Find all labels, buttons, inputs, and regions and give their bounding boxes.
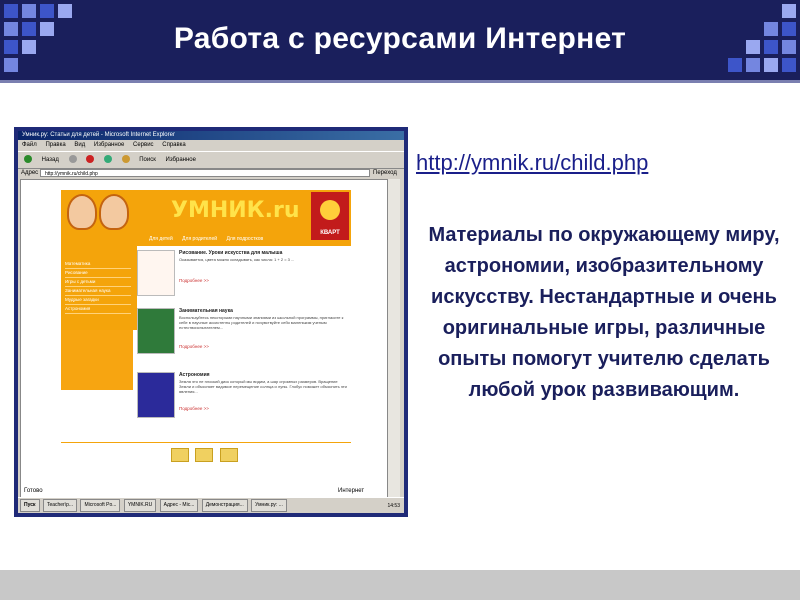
- favorites-button[interactable]: Избранное: [166, 157, 196, 163]
- taskbar-item[interactable]: Microsoft Po...: [80, 499, 121, 513]
- slide-footer: [0, 570, 800, 600]
- kid-icon: [99, 194, 129, 230]
- site-logo[interactable]: УМНИК.ru: [171, 198, 300, 223]
- nav-parents[interactable]: Для родителей: [182, 236, 217, 242]
- nav-teens[interactable]: Для подростков: [226, 236, 263, 242]
- slide-header: Работа с ресурсами Интернет: [0, 0, 800, 80]
- site-menu-item[interactable]: Математика: [65, 260, 131, 269]
- nav-kids[interactable]: Для детей: [149, 236, 173, 242]
- site-description: Материалы по окружающему миру, астрономи…: [428, 224, 780, 401]
- taskbar-item[interactable]: YMNIK.RU: [123, 499, 157, 513]
- site-url-link[interactable]: http://ymnik.ru/child.php: [416, 150, 648, 176]
- site-menu-item[interactable]: Занимательная наука: [65, 287, 131, 296]
- menu-favorites[interactable]: Избранное: [94, 142, 124, 148]
- back-icon[interactable]: [24, 155, 32, 164]
- item-desc: Оказывается, цвета можно складывать, как…: [179, 257, 295, 262]
- astronomy-thumbnail[interactable]: [137, 372, 175, 418]
- browser-toolbar: Назад Поиск Избранное: [18, 151, 404, 169]
- kid-icon: [67, 194, 97, 230]
- menu-help[interactable]: Справка: [162, 142, 186, 148]
- site-menu-item[interactable]: Рисование: [65, 269, 131, 278]
- window-title: Умник.ру: Статьи для детей - Microsoft I…: [18, 131, 404, 140]
- taskbar-item[interactable]: Демонстрация...: [201, 499, 248, 513]
- zone-text: Интернет: [338, 488, 365, 494]
- menu-tools[interactable]: Сервис: [133, 142, 154, 148]
- status-text: Готово: [24, 488, 43, 494]
- item-more-link[interactable]: Подробнее >>: [179, 406, 209, 411]
- menu-bar: Файл Правка Вид Избранное Сервис Справка: [18, 141, 404, 150]
- item-title[interactable]: Астрономия: [179, 372, 210, 378]
- go-button[interactable]: Переход: [373, 168, 397, 178]
- item-desc: Земля это не плоский диск который мы вид…: [179, 379, 347, 394]
- item-title[interactable]: Рисование. Уроки искусства для малыша: [179, 250, 282, 256]
- taskbar-item[interactable]: Умник.ру: ...: [251, 499, 287, 513]
- kvart-badge[interactable]: КВАРТ: [311, 192, 349, 240]
- banner-button[interactable]: [219, 448, 238, 462]
- status-bar: Готово Интернет: [18, 486, 404, 496]
- menu-view[interactable]: Вид: [74, 142, 85, 148]
- header-divider: [0, 80, 800, 83]
- browser-screenshot: Умник.ру: Статьи для детей - Microsoft I…: [14, 127, 408, 517]
- address-field[interactable]: http://ymnik.ru/child.php: [40, 169, 370, 177]
- site-menu-item[interactable]: Мудрые загадки: [65, 296, 131, 305]
- address-bar: Адрес http://ymnik.ru/child.php Переход: [18, 168, 404, 178]
- search-button[interactable]: Поиск: [139, 157, 156, 163]
- home-icon[interactable]: [121, 155, 130, 164]
- address-label: Адрес: [21, 170, 39, 176]
- drawing-thumbnail[interactable]: [137, 250, 175, 296]
- item-title[interactable]: Занимательная наука: [179, 308, 233, 314]
- item-desc: Воспользуйтесь некоторыми научными знани…: [179, 315, 344, 330]
- banner-button[interactable]: [195, 448, 214, 462]
- site-kids-illustration: [65, 194, 129, 230]
- tray-clock: 14:53: [387, 503, 400, 509]
- site-divider: [61, 442, 351, 443]
- item-more-link[interactable]: Подробнее >>: [179, 278, 209, 283]
- stop-icon[interactable]: [86, 155, 95, 164]
- menu-file[interactable]: Файл: [22, 142, 37, 148]
- refresh-icon[interactable]: [103, 155, 112, 164]
- slide-title: Работа с ресурсами Интернет: [173, 22, 627, 55]
- vertical-scrollbar[interactable]: [388, 179, 400, 497]
- site-menu: Математика Рисование Игры с детьми Заним…: [65, 260, 131, 314]
- page-viewport: УМНИК.ru КВАРТ Для детей Для родителей Д…: [20, 179, 388, 499]
- snail-icon: [320, 200, 340, 220]
- site-menu-item[interactable]: Астрономия: [65, 305, 131, 314]
- taskbar: Пуск Teacher\p... Microsoft Po... YMNIK.…: [18, 497, 404, 513]
- item-more-link[interactable]: Подробнее >>: [179, 344, 209, 349]
- start-button[interactable]: Пуск: [20, 499, 40, 513]
- site-content: Рисование. Уроки искусства для малыша Ок…: [137, 246, 351, 456]
- taskbar-item[interactable]: Teacher\p...: [42, 499, 78, 513]
- menu-edit[interactable]: Правка: [45, 142, 65, 148]
- banner-button[interactable]: [171, 448, 189, 462]
- browser-window: Умник.ру: Статьи для детей - Microsoft I…: [18, 131, 404, 513]
- site-menu-item[interactable]: Игры с детьми: [65, 278, 131, 287]
- forward-icon[interactable]: [68, 155, 77, 164]
- site-banner-buttons: [171, 448, 241, 462]
- science-thumbnail[interactable]: [137, 308, 175, 354]
- taskbar-item[interactable]: Адрес - Mic...: [159, 499, 199, 513]
- back-button[interactable]: Назад: [42, 157, 59, 163]
